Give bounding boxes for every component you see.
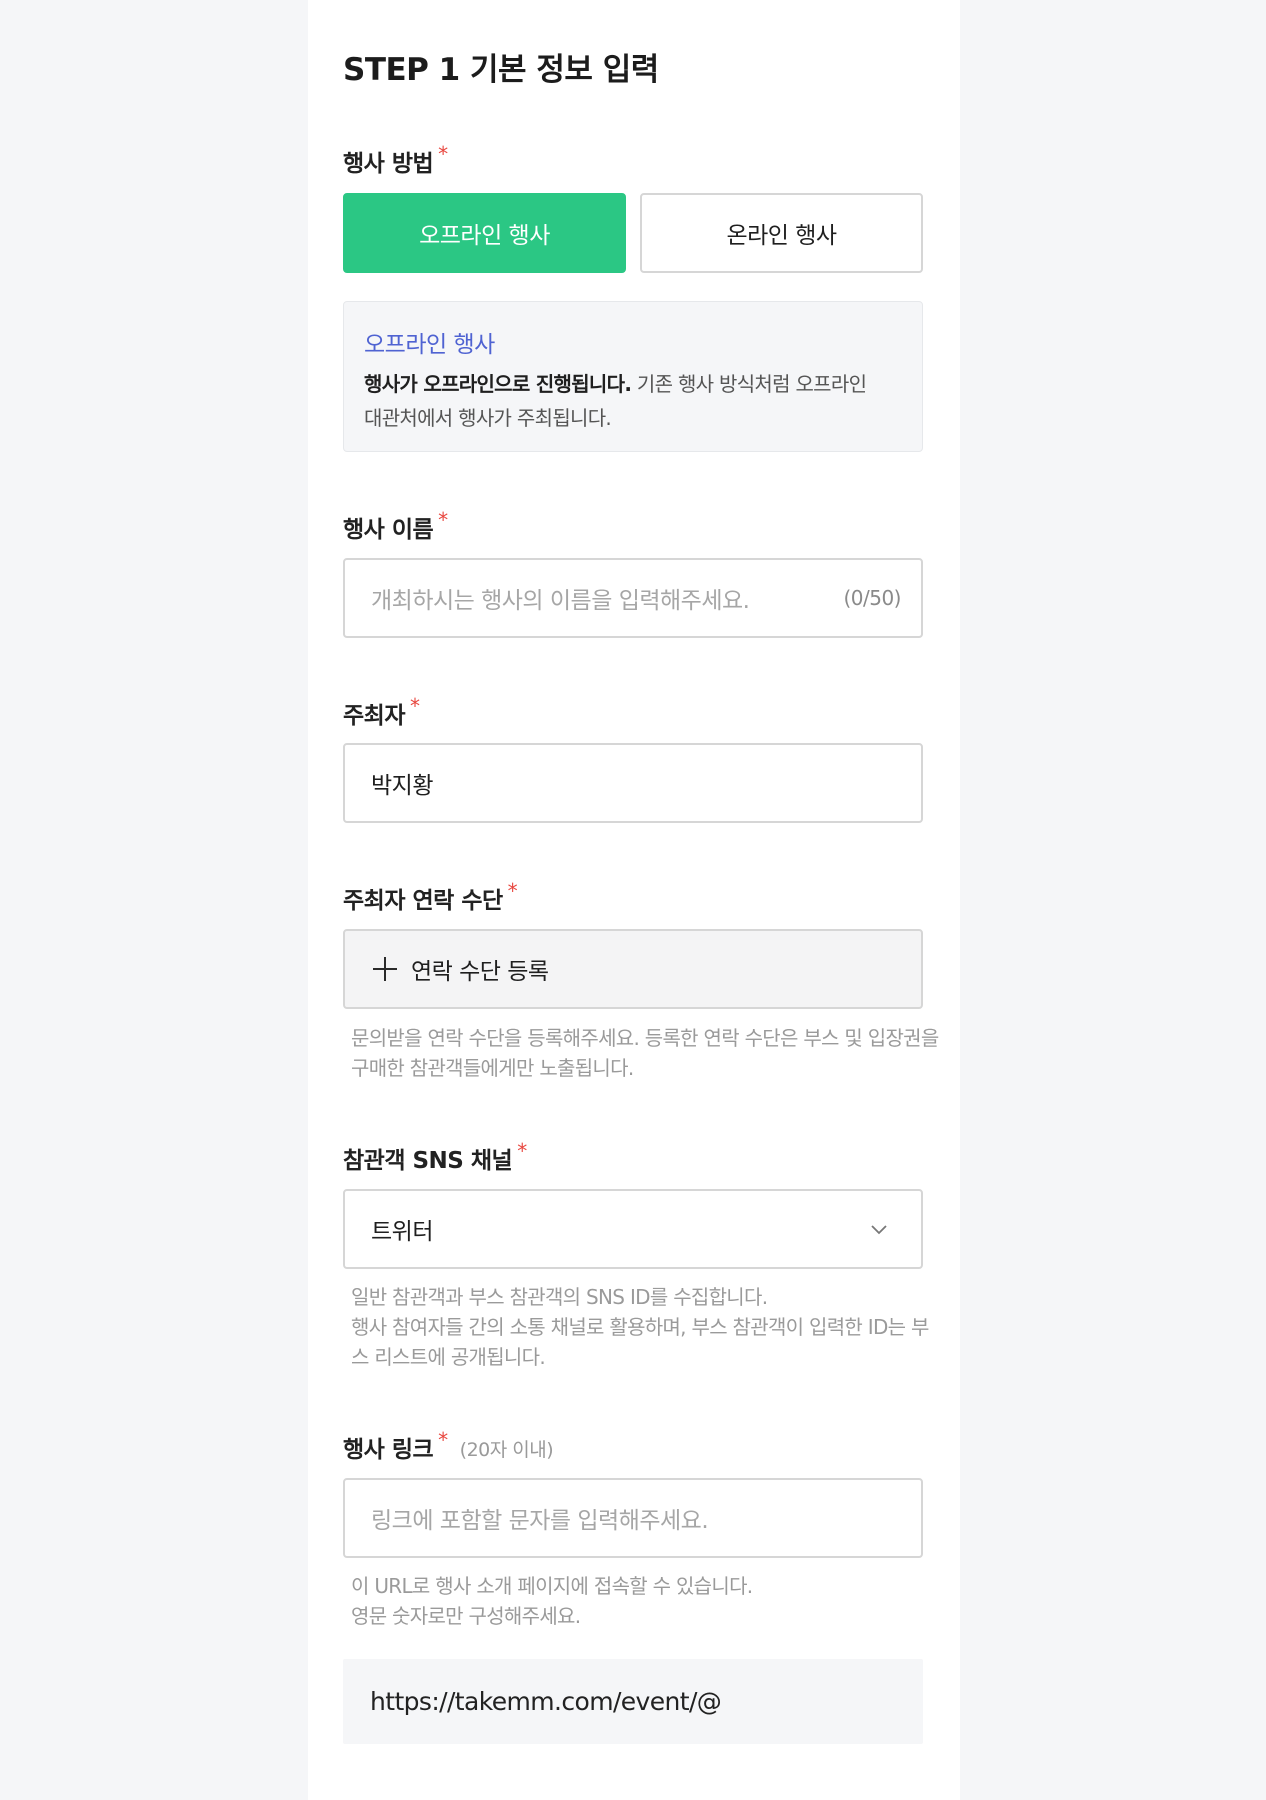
required-mark: * bbox=[409, 694, 420, 718]
sns-help-line-2: 행사 참여자들 간의 소통 채널로 활용하며, 부스 참관객이 입력한 ID는 … bbox=[351, 1315, 929, 1339]
organizer-input[interactable]: 박지황 bbox=[343, 743, 923, 823]
info-title: 오프라인 행사 bbox=[364, 332, 495, 358]
organizer-value: 박지황 bbox=[371, 773, 433, 799]
info-line2: 대관처에서 행사가 주최됩니다. bbox=[364, 406, 612, 430]
event-method-label: 행사 방법 * bbox=[343, 144, 448, 178]
sns-help-line-3: 스 리스트에 공개됩니다. bbox=[351, 1345, 546, 1369]
form-panel: STEP 1 기본 정보 입력 행사 방법 * 오프라인 행사 온라인 행사 오… bbox=[308, 0, 960, 1800]
event-link-help-line-2: 영문 숫자로만 구성해주세요. bbox=[351, 1604, 581, 1628]
event-name-placeholder: 개최하시는 행사의 이름을 입력해주세요. bbox=[371, 588, 750, 614]
contact-label: 주최자 연락 수단 * bbox=[343, 879, 518, 915]
event-name-label: 행사 이름 * bbox=[343, 510, 448, 544]
offline-event-button[interactable]: 오프라인 행사 bbox=[343, 193, 626, 273]
organizer-label-text: 주최자 bbox=[343, 703, 405, 729]
event-link-label-text: 행사 링크 bbox=[343, 1437, 434, 1463]
event-name-input[interactable]: 개최하시는 행사의 이름을 입력해주세요. (0/50) bbox=[343, 558, 923, 638]
online-event-button[interactable]: 온라인 행사 bbox=[640, 193, 923, 273]
add-contact-label: 연락 수단 등록 bbox=[411, 959, 549, 985]
sns-help-text: 일반 참관객과 부스 참관객의 SNS ID를 수집합니다. 행사 참여자들 간… bbox=[351, 1282, 931, 1372]
plus-icon bbox=[371, 955, 399, 983]
event-url-preview: https://takemm.com/event/@ bbox=[343, 1659, 923, 1744]
event-name-counter: (0/50) bbox=[843, 586, 901, 610]
required-mark: * bbox=[438, 1428, 448, 1452]
info-bold-text: 행사가 오프라인으로 진행됩니다. bbox=[364, 372, 632, 396]
contact-label-text: 주최자 연락 수단 bbox=[343, 888, 503, 914]
event-link-help-text: 이 URL로 행사 소개 페이지에 접속할 수 있습니다. 영문 숫자로만 구성… bbox=[351, 1571, 931, 1631]
sns-help-line-1: 일반 참관객과 부스 참관객의 SNS ID를 수집합니다. bbox=[351, 1285, 768, 1309]
sns-label-text: 참관객 SNS 채널 bbox=[343, 1148, 513, 1174]
event-link-placeholder: 링크에 포함할 문자를 입력해주세요. bbox=[371, 1508, 709, 1534]
event-link-hint: (20자 이내) bbox=[459, 1439, 554, 1461]
sns-select[interactable]: 트위터 bbox=[343, 1189, 923, 1269]
event-method-label-text: 행사 방법 bbox=[343, 151, 434, 177]
sns-selected-value: 트위터 bbox=[371, 1219, 433, 1245]
add-contact-button[interactable]: 연락 수단 등록 bbox=[343, 929, 923, 1009]
contact-help-text: 문의받을 연락 수단을 등록해주세요. 등록한 연락 수단은 부스 및 입장권을… bbox=[351, 1023, 939, 1083]
organizer-label: 주최자 * bbox=[343, 694, 420, 730]
contact-help-line-2: 구매한 참관객들에게만 노출됩니다. bbox=[351, 1056, 634, 1080]
event-url-prefix: https://takemm.com/event/@ bbox=[370, 1687, 722, 1716]
chevron-down-icon bbox=[871, 1225, 887, 1235]
contact-help-line-1: 문의받을 연락 수단을 등록해주세요. 등록한 연락 수단은 부스 및 입장권을 bbox=[351, 1026, 939, 1050]
page-title: STEP 1 기본 정보 입력 bbox=[343, 52, 659, 88]
required-mark: * bbox=[438, 142, 448, 166]
event-link-input[interactable]: 링크에 포함할 문자를 입력해주세요. bbox=[343, 1478, 923, 1558]
offline-event-label: 오프라인 행사 bbox=[419, 223, 550, 249]
event-link-help-line-1: 이 URL로 행사 소개 페이지에 접속할 수 있습니다. bbox=[351, 1574, 753, 1598]
online-event-label: 온라인 행사 bbox=[726, 223, 837, 249]
required-mark: * bbox=[507, 879, 518, 903]
info-line1-rest: 기존 행사 방식처럼 오프라인 bbox=[631, 372, 867, 396]
event-method-info-box: 오프라인 행사 행사가 오프라인으로 진행됩니다. 기존 행사 방식처럼 오프라… bbox=[343, 301, 923, 452]
event-name-label-text: 행사 이름 bbox=[343, 517, 434, 543]
required-mark: * bbox=[438, 508, 448, 532]
event-link-label: 행사 링크 * (20자 이내) bbox=[343, 1428, 554, 1464]
info-text: 행사가 오프라인으로 진행됩니다. 기존 행사 방식처럼 오프라인 대관처에서 … bbox=[364, 367, 902, 435]
required-mark: * bbox=[517, 1139, 527, 1163]
sns-label: 참관객 SNS 채널 * bbox=[343, 1141, 527, 1175]
